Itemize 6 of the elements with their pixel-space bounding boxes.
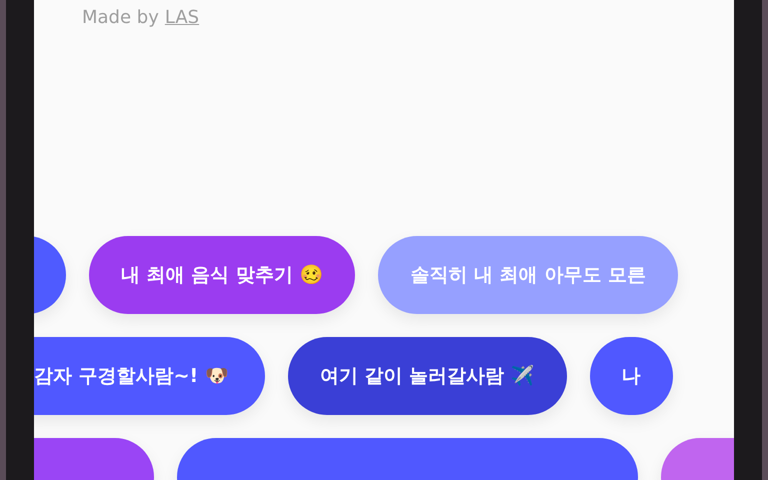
- credit-link[interactable]: LAS: [164, 4, 200, 31]
- chat-topic-chip[interactable]: 여기 같이 놀러갈사람 ✈: [288, 337, 567, 415]
- chat-topic-chip[interactable]: 감자 구경할사람~! 🐶: [34, 337, 265, 415]
- credit-text: Made by: [82, 6, 159, 30]
- chat-topic-chip[interactable]: 나: [590, 337, 673, 415]
- chat-topic-chip[interactable]: 내 최애 음식 맞추기 🥴: [89, 236, 356, 314]
